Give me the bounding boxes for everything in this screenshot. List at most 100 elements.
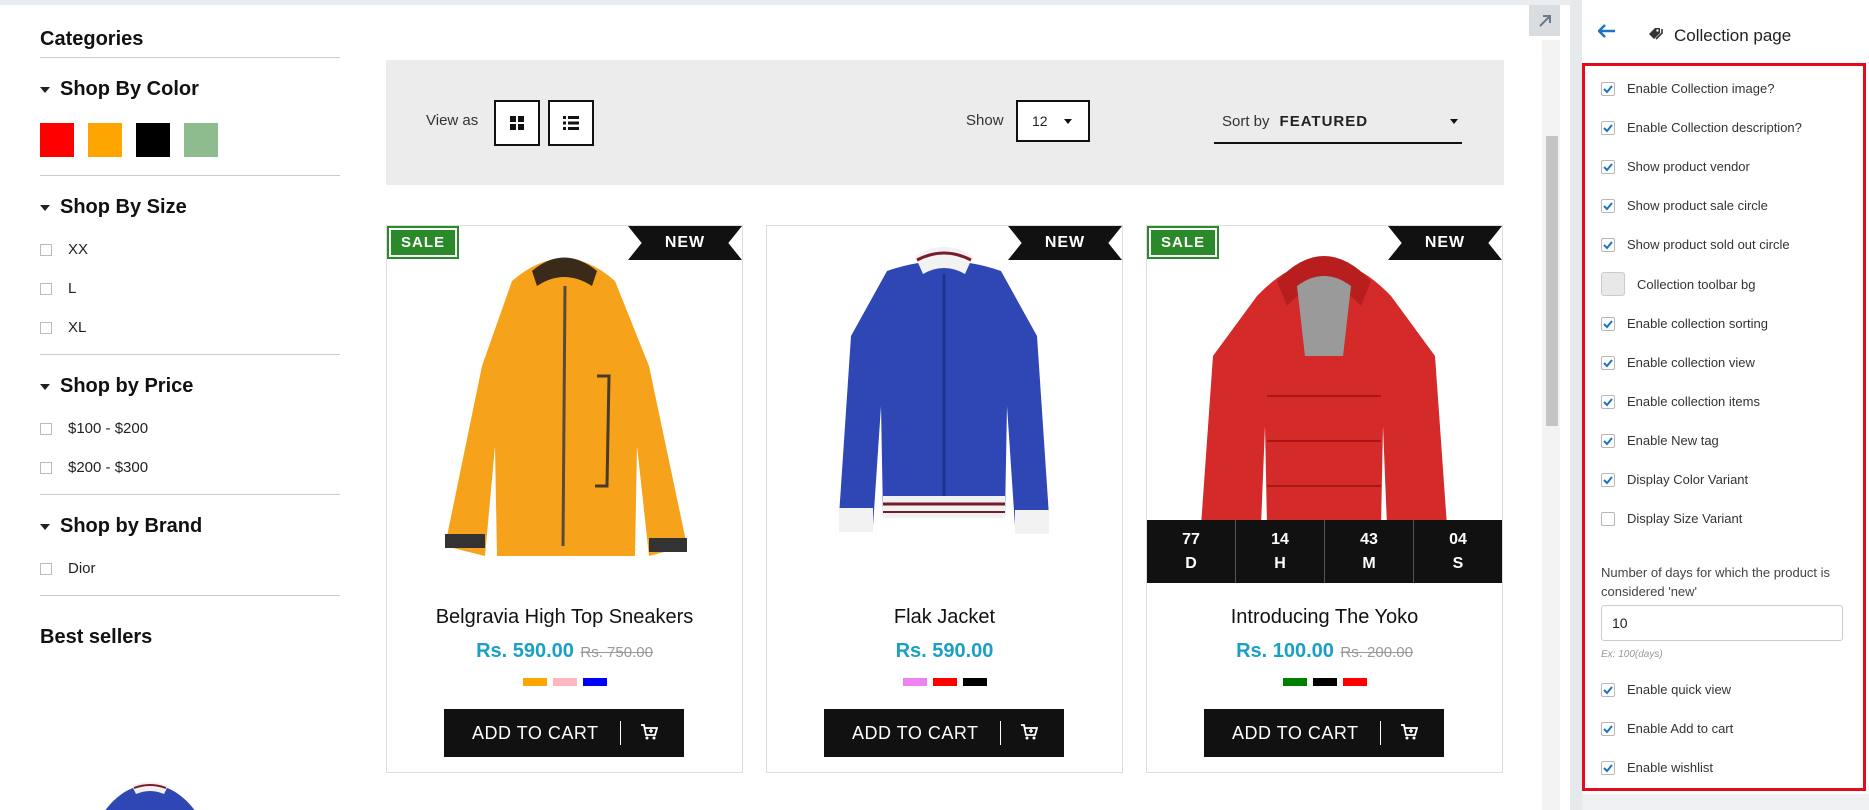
setting-add-to-cart[interactable]: Enable Add to cart (1601, 721, 1733, 736)
scrollbar-thumb[interactable] (1546, 136, 1558, 426)
checkbox[interactable] (40, 282, 52, 295)
checkbox-checked[interactable] (1601, 433, 1615, 448)
size-option-label: XL (68, 319, 87, 336)
variant-swatch-blue[interactable] (582, 678, 607, 686)
price-option-label: $200 - $300 (68, 459, 149, 476)
product-prices: Rs. 100.00 Rs. 200.00 (1147, 640, 1502, 663)
add-to-cart-button[interactable]: ADD TO CART (1204, 709, 1444, 757)
product-image[interactable] (387, 226, 742, 583)
brand-option[interactable]: Dior (40, 560, 340, 577)
filter-color-heading[interactable]: Shop By Color (40, 78, 340, 101)
filter-brand: Shop by Brand Dior (40, 495, 340, 596)
size-option[interactable]: XL (40, 319, 340, 336)
checkbox-checked[interactable] (1601, 316, 1615, 331)
setting-collection-sorting[interactable]: Enable collection sorting (1601, 316, 1768, 331)
dropdown-caret-icon (1450, 119, 1458, 124)
product-name[interactable]: Introducing The Yoko (1147, 606, 1502, 629)
new-days-input[interactable]: 10 (1601, 605, 1843, 641)
add-to-cart-button[interactable]: ADD TO CART (824, 709, 1064, 757)
filter-brand-heading[interactable]: Shop by Brand (40, 515, 340, 538)
checkbox[interactable] (40, 321, 52, 334)
color-swatch-red[interactable] (40, 123, 74, 157)
show-count-select[interactable]: 12 (1016, 100, 1090, 142)
sort-value: FEATURED (1279, 112, 1369, 130)
variant-swatch-red[interactable] (1342, 678, 1367, 686)
check-icon (1603, 358, 1613, 367)
size-option[interactable]: L (40, 280, 340, 297)
checkbox[interactable] (40, 422, 52, 435)
list-view-button[interactable] (548, 100, 594, 146)
variant-swatch-black[interactable] (962, 678, 987, 686)
countdown-unit: S (1452, 554, 1464, 572)
checkbox-checked[interactable] (1601, 120, 1615, 135)
color-variants (1147, 678, 1502, 686)
sale-badge: SALE (1146, 226, 1220, 259)
setting-collection-view[interactable]: Enable collection view (1601, 355, 1755, 370)
checkbox-checked[interactable] (1601, 682, 1615, 697)
variant-swatch-orange[interactable] (522, 678, 547, 686)
setting-color-variant[interactable]: Display Color Variant (1601, 472, 1748, 487)
price-option[interactable]: $200 - $300 (40, 459, 340, 476)
checkbox-checked[interactable] (1601, 760, 1615, 775)
back-arrow-icon[interactable] (1598, 24, 1616, 38)
setting-toolbar-bg[interactable]: Collection toolbar bg (1601, 272, 1756, 296)
checkbox-checked[interactable] (1601, 81, 1615, 96)
filter-size-title: Shop By Size (60, 196, 187, 218)
best-seller-thumbnail[interactable] (80, 778, 220, 810)
checkbox[interactable] (40, 562, 52, 575)
variant-swatch-violet[interactable] (902, 678, 927, 686)
grid-icon (510, 116, 524, 130)
grid-view-button[interactable] (494, 100, 540, 146)
color-swatch-green[interactable] (184, 123, 218, 157)
product-card[interactable]: NEW Flak Jacket Rs. 590.00 ADD TO CART (766, 225, 1123, 773)
exit-fullscreen-button[interactable] (1529, 5, 1560, 36)
checkbox-checked[interactable] (1601, 198, 1615, 213)
setting-collection-items[interactable]: Enable collection items (1601, 394, 1760, 409)
variant-swatch-pink[interactable] (552, 678, 577, 686)
setting-sale-circle[interactable]: Show product sale circle (1601, 198, 1768, 213)
checkbox-unchecked[interactable] (1601, 511, 1615, 526)
product-card[interactable]: SALE NEW 77 D 14 H 43 M 04 S Introducing The… (1146, 225, 1503, 773)
variant-swatch-black[interactable] (1312, 678, 1337, 686)
checkbox-checked[interactable] (1601, 394, 1615, 409)
setting-label: Enable collection sorting (1627, 316, 1768, 331)
setting-new-tag[interactable]: Enable New tag (1601, 433, 1719, 448)
setting-collection-image[interactable]: Enable Collection image? (1601, 81, 1774, 96)
checkbox-checked[interactable] (1601, 237, 1615, 252)
filter-size-heading[interactable]: Shop By Size (40, 196, 340, 219)
price-option[interactable]: $100 - $200 (40, 420, 340, 437)
setting-sold-out-circle[interactable]: Show product sold out circle (1601, 237, 1790, 252)
filter-price-heading[interactable]: Shop by Price (40, 375, 340, 398)
setting-label: Enable Collection image? (1627, 81, 1775, 96)
checkbox-checked[interactable] (1601, 472, 1615, 487)
add-to-cart-label: ADD TO CART (1232, 722, 1359, 743)
checkbox-checked[interactable] (1601, 159, 1615, 174)
checkbox-checked[interactable] (1601, 355, 1615, 370)
color-swatch-black[interactable] (136, 123, 170, 157)
variant-swatch-red[interactable] (932, 678, 957, 686)
color-swatch-orange[interactable] (88, 123, 122, 157)
product-card[interactable]: SALE NEW Belgravia High Top Sneakers Rs.… (386, 225, 743, 773)
product-image[interactable] (767, 226, 1122, 583)
size-option[interactable]: XX (40, 241, 340, 258)
checkbox[interactable] (40, 243, 52, 256)
color-variants (387, 678, 742, 686)
setting-size-variant[interactable]: Display Size Variant (1601, 511, 1742, 526)
product-name[interactable]: Flak Jacket (767, 606, 1122, 629)
setting-product-vendor[interactable]: Show product vendor (1601, 159, 1750, 174)
setting-label: Show product sold out circle (1627, 237, 1790, 252)
arrow-up-right-icon (1538, 14, 1551, 27)
orange-jacket-image (445, 257, 687, 556)
setting-wishlist[interactable]: Enable wishlist (1601, 760, 1713, 775)
add-to-cart-label: ADD TO CART (852, 722, 979, 743)
variant-swatch-green[interactable] (1282, 678, 1307, 686)
setting-collection-description[interactable]: Enable Collection description? (1601, 120, 1802, 135)
product-name[interactable]: Belgravia High Top Sneakers (387, 606, 742, 629)
color-picker-swatch[interactable] (1601, 272, 1625, 296)
setting-quick-view[interactable]: Enable quick view (1601, 682, 1731, 697)
checkbox[interactable] (40, 461, 52, 474)
sort-select[interactable]: Sort by FEATURED (1214, 100, 1462, 144)
product-prices: Rs. 590.00 Rs. 750.00 (387, 640, 742, 663)
checkbox-checked[interactable] (1601, 721, 1615, 736)
add-to-cart-button[interactable]: ADD TO CART (444, 709, 684, 757)
